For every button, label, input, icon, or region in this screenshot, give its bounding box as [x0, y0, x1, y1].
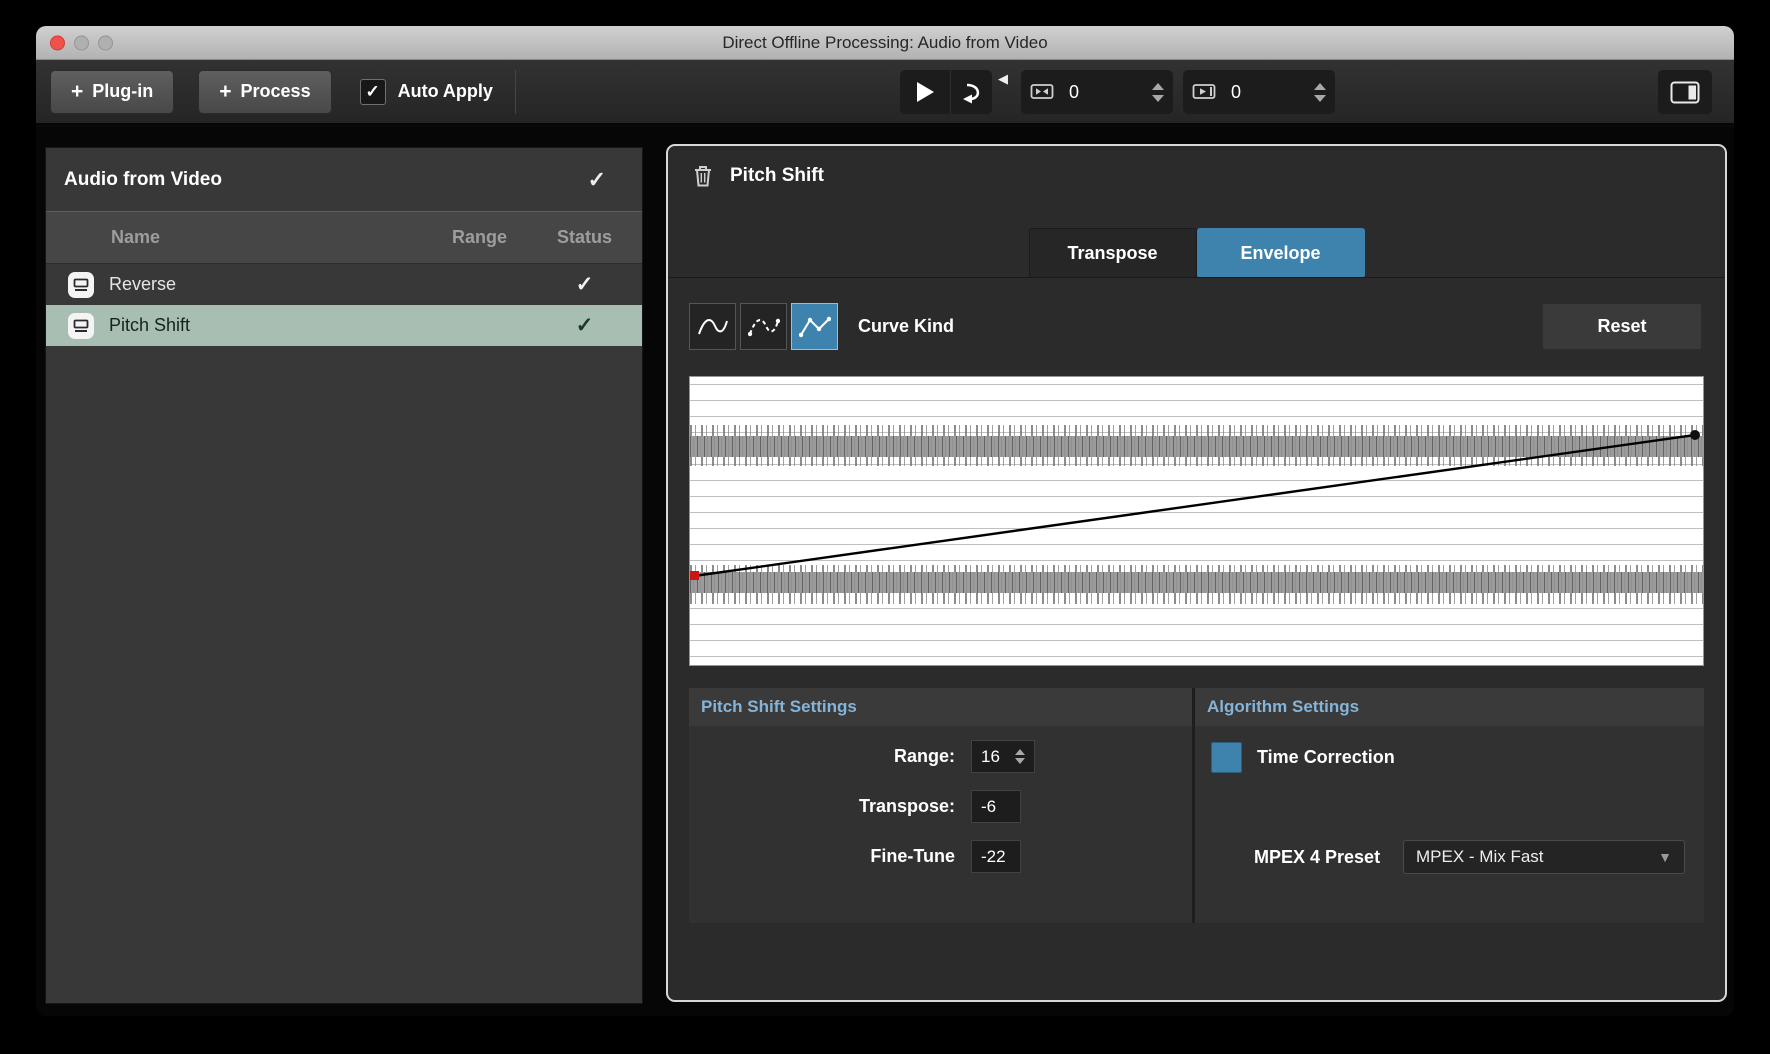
fine-tune-field[interactable]: -22 [971, 840, 1021, 873]
toolbar-divider [514, 69, 516, 114]
process-editor-header: Pitch Shift [692, 164, 824, 188]
transpose-value: -6 [981, 796, 997, 816]
auto-apply-label: Auto Apply [397, 81, 493, 101]
tab-transpose[interactable]: Transpose [1028, 228, 1197, 278]
tab-envelope[interactable]: Envelope [1196, 228, 1365, 278]
tab-separator [668, 277, 1725, 278]
titlebar: Direct Offline Processing: Audio from Vi… [36, 26, 1734, 60]
status-check-icon: ✓ [575, 314, 594, 337]
algorithm-settings-header: Algorithm Settings [1195, 688, 1704, 726]
column-name: Name [111, 227, 161, 247]
add-process-label: Process [240, 81, 311, 101]
settings-block: Pitch Shift Settings Range: 16 Transpose… [689, 688, 1704, 923]
play-icon [916, 82, 934, 102]
range-value: 16 [981, 746, 1000, 766]
trash-icon[interactable] [692, 164, 714, 188]
process-icon [68, 271, 94, 298]
toggle-right-zone-button[interactable] [1658, 70, 1712, 114]
loop-icon [962, 83, 979, 104]
transpose-field[interactable]: -6 [971, 790, 1021, 823]
header-check-icon: ✓ [587, 166, 606, 192]
algorithm-settings-section: Algorithm Settings Time Correction MPEX … [1195, 688, 1704, 923]
toolbar: + Plug-in + Process ✓ Auto Apply ◀ 0 0 [36, 60, 1734, 125]
range-spinner[interactable] [1015, 749, 1025, 764]
add-plugin-label: Plug-in [92, 81, 154, 101]
envelope-start-node [690, 571, 699, 580]
extend-end-value[interactable]: 0 [1231, 82, 1314, 103]
envelope-curve[interactable] [690, 377, 1703, 665]
content-area: Audio from Video ✓ Name Range Status Rev… [36, 127, 1734, 1016]
mpex-preset-value: MPEX - Mix Fast [1416, 847, 1544, 866]
traffic-lights [50, 35, 113, 50]
dashed-curve-icon [747, 318, 780, 336]
reset-button[interactable]: Reset [1542, 303, 1702, 350]
audition-play-button[interactable] [900, 70, 950, 114]
envelope-end-node [1690, 430, 1700, 440]
pitch-settings-header: Pitch Shift Settings [689, 688, 1192, 726]
curve-kind-linear-button[interactable] [791, 303, 838, 350]
process-list-panel: Audio from Video ✓ Name Range Status Rev… [45, 147, 643, 1004]
auto-apply-control: ✓ Auto Apply [359, 78, 493, 105]
smooth-curve-icon [697, 318, 728, 334]
extend-start-value[interactable]: 0 [1069, 82, 1152, 103]
curve-kind-label: Curve Kind [858, 316, 955, 336]
process-row-pitch-shift[interactable]: Pitch Shift ✓ [46, 305, 642, 346]
transpose-label: Transpose: [858, 796, 955, 816]
process-list-column-headers: Name Range Status [46, 212, 642, 264]
fine-tune-row: Fine-Tune -22 [689, 840, 1192, 873]
mpex-preset-dropdown[interactable]: MPEX - Mix Fast ▼ [1403, 840, 1685, 874]
extend-range-end-field[interactable]: 0 [1183, 70, 1335, 114]
process-editor-panel: Pitch Shift Transpose Envelope Curve Kin… [666, 144, 1727, 1002]
audition-controls [900, 70, 992, 114]
audition-loop-button[interactable] [950, 70, 992, 114]
clip-title: Audio from Video [64, 168, 222, 190]
check-icon: ✓ [365, 81, 380, 101]
time-correction-checkbox[interactable] [1211, 742, 1242, 773]
audition-volume-icon[interactable]: ◀ [998, 71, 1008, 87]
close-button[interactable] [50, 35, 65, 50]
add-process-button[interactable]: + Process [198, 69, 332, 114]
pitch-shift-tabs: Transpose Envelope [1028, 228, 1365, 278]
extend-start-spinner[interactable] [1152, 82, 1164, 102]
range-row: Range: 16 [689, 740, 1192, 773]
column-status: Status [556, 227, 612, 247]
process-list-header: Audio from Video ✓ [46, 148, 642, 212]
extend-range-start-field[interactable]: 0 [1021, 70, 1173, 114]
add-plugin-button[interactable]: + Plug-in [50, 69, 175, 114]
process-row-reverse[interactable]: Reverse ✓ [46, 264, 642, 305]
process-icon [68, 312, 94, 339]
status-check-icon: ✓ [575, 273, 594, 296]
panel-layout-icon [1670, 81, 1700, 103]
curve-kind-smooth-button[interactable] [689, 303, 736, 350]
process-name: Pitch Shift [109, 315, 191, 335]
extend-end-icon [1192, 84, 1216, 99]
window-title: Direct Offline Processing: Audio from Vi… [722, 32, 1048, 52]
linear-curve-icon [798, 316, 831, 337]
dropdown-arrow-icon: ▼ [1658, 849, 1672, 865]
minimize-button[interactable] [74, 35, 89, 50]
fine-tune-value: -22 [981, 846, 1006, 866]
envelope-waveform-display[interactable] [689, 376, 1704, 666]
zoom-button[interactable] [98, 35, 113, 50]
range-field[interactable]: 16 [971, 740, 1035, 773]
process-name: Reverse [109, 274, 177, 294]
curve-kind-buttons [689, 303, 838, 350]
process-editor-title: Pitch Shift [730, 165, 824, 186]
auto-apply-checkbox[interactable]: ✓ [359, 78, 386, 105]
direct-offline-processing-window: Direct Offline Processing: Audio from Vi… [36, 26, 1734, 1016]
curve-kind-dashed-button[interactable] [740, 303, 787, 350]
plus-icon: + [71, 80, 84, 103]
plus-icon: + [219, 80, 232, 103]
column-range: Range [451, 227, 507, 247]
time-correction-label: Time Correction [1257, 747, 1395, 767]
extend-start-icon [1030, 84, 1054, 99]
mpex-preset-label: MPEX 4 Preset [1254, 846, 1381, 867]
fine-tune-label: Fine-Tune [870, 846, 955, 866]
extend-end-spinner[interactable] [1314, 82, 1326, 102]
range-label: Range: [893, 746, 955, 766]
pitch-shift-settings-section: Pitch Shift Settings Range: 16 Transpose… [689, 688, 1195, 923]
transpose-row: Transpose: -6 [689, 790, 1192, 823]
